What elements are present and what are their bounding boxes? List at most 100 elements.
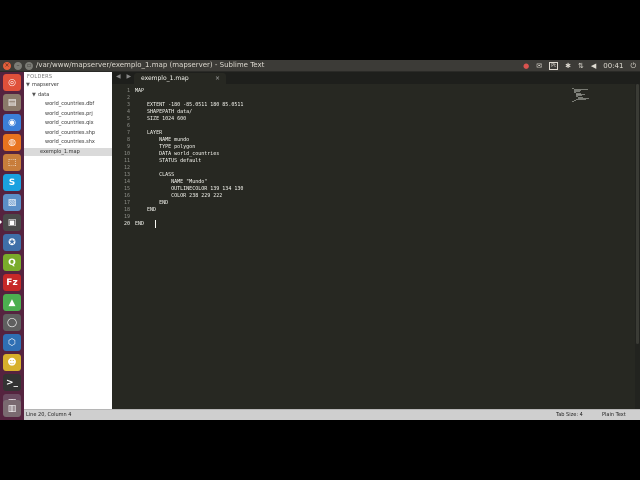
code-line[interactable]: END bbox=[135, 200, 168, 207]
minimap-line bbox=[576, 99, 578, 101]
folder-data[interactable]: ▼ data bbox=[32, 91, 49, 99]
code-line[interactable]: LAYER bbox=[135, 130, 162, 137]
unity-launcher: ◎▤◉◍⬚S▧▣✪QFz▲◯⬡☻>_▦▥ bbox=[0, 72, 24, 420]
alarm-icon[interactable]: ◯ bbox=[3, 314, 21, 331]
file-world-countries-shx[interactable]: world_countries.shx bbox=[45, 138, 95, 146]
line-number: 17 bbox=[123, 200, 130, 206]
code-line[interactable]: NAME mundo bbox=[135, 137, 189, 144]
sublime-text-icon[interactable]: ▣ bbox=[3, 214, 21, 231]
code-line[interactable]: TYPE polygon bbox=[135, 144, 195, 151]
system-tray: ● ✉ Pt ✱ ⇅ ◀ 00:41 ⏻ bbox=[523, 61, 636, 71]
line-number: 1 bbox=[126, 88, 130, 94]
tab-exemplo-1-map[interactable]: exemplo_1.map × bbox=[134, 73, 226, 84]
pgadmin-icon[interactable]: ✪ bbox=[3, 234, 21, 251]
minimap-line bbox=[574, 99, 576, 101]
tomboy-icon[interactable]: ☻ bbox=[3, 354, 21, 371]
tab-label: exemplo_1.map bbox=[141, 75, 189, 82]
editor-pane[interactable]: ◀ ▶ exemplo_1.map × 1 2 3 4 5 6 7 8 9 10 11 12 13 14 1… bbox=[112, 72, 640, 409]
network-icon[interactable]: ⇅ bbox=[578, 61, 584, 71]
tab-navigation-arrows[interactable]: ◀ ▶ bbox=[116, 73, 133, 80]
line-number: 5 bbox=[126, 116, 130, 122]
code-line[interactable]: SHAPEPATH data/ bbox=[135, 109, 192, 116]
line-number: 9 bbox=[126, 144, 130, 150]
file-world-countries-shp[interactable]: world_countries.shp bbox=[45, 129, 95, 137]
line-number: 6 bbox=[126, 123, 130, 129]
close-window-button[interactable]: × bbox=[3, 62, 11, 70]
line-number: 7 bbox=[126, 130, 130, 136]
line-number: 13 bbox=[123, 172, 130, 178]
cursor-position: Line 20, Column 4 bbox=[26, 412, 72, 418]
tab-bar: ◀ ▶ exemplo_1.map × bbox=[112, 72, 640, 84]
file-exemplo-1-map[interactable]: exemplo_1.map bbox=[24, 147, 112, 156]
filezilla-icon[interactable]: Fz bbox=[3, 274, 21, 291]
chromium-icon[interactable]: ◉ bbox=[3, 114, 21, 131]
tree-item-label: world_countries.shp bbox=[45, 129, 96, 136]
mail-icon[interactable]: ✉ bbox=[536, 61, 542, 71]
tree-item-label: world_countries.shx bbox=[45, 139, 95, 145]
window-controls: × – ▫ bbox=[3, 62, 33, 70]
top-panel: × – ▫ /var/www/mapserver/exemplo_1.map (… bbox=[0, 60, 640, 72]
text-cursor bbox=[154, 220, 157, 228]
firefox-icon[interactable]: ◍ bbox=[3, 134, 21, 151]
dash-home-icon[interactable]: ◎ bbox=[3, 74, 21, 91]
maximize-window-button[interactable]: ▫ bbox=[25, 62, 33, 70]
window-title: /var/www/mapserver/exemplo_1.map (mapser… bbox=[36, 61, 265, 69]
folder-mapserver[interactable]: ▼ mapserver bbox=[26, 81, 59, 89]
tab-size-selector[interactable]: Tab Size: 4 bbox=[556, 410, 583, 420]
line-number: 8 bbox=[126, 137, 130, 143]
line-number: 12 bbox=[123, 165, 130, 171]
minimize-window-button[interactable]: – bbox=[14, 62, 22, 70]
line-number: 16 bbox=[123, 193, 130, 199]
skype-icon[interactable]: S bbox=[3, 174, 21, 191]
code-line[interactable]: END bbox=[135, 221, 144, 228]
syntax-selector[interactable]: Plain Text bbox=[602, 410, 626, 420]
line-number: 20 bbox=[123, 221, 130, 227]
file-world-countries-dbf[interactable]: world_countries.dbf bbox=[45, 100, 94, 108]
keyboard-layout-indicator[interactable]: Pt bbox=[549, 62, 559, 70]
code-line[interactable]: DATA world_countries bbox=[135, 151, 219, 158]
folders-header: FOLDERS bbox=[27, 74, 53, 80]
file-world-countries-prj[interactable]: world_countries.prj bbox=[45, 110, 93, 118]
virtualbox-icon[interactable]: ⬡ bbox=[3, 334, 21, 351]
power-icon[interactable]: ⏻ bbox=[630, 61, 636, 71]
editor-scrollbar[interactable] bbox=[635, 84, 640, 409]
tree-item-label: world_countries.prj bbox=[45, 110, 93, 117]
android-studio-icon[interactable]: ▲ bbox=[3, 294, 21, 311]
tree-item-label: exemplo_1.map bbox=[40, 148, 80, 155]
code-line[interactable]: CLASS bbox=[135, 172, 174, 179]
code-line[interactable]: MAP bbox=[135, 88, 144, 95]
bluetooth-icon[interactable]: ✱ bbox=[565, 61, 571, 71]
line-number: 18 bbox=[123, 207, 130, 213]
record-icon[interactable]: ● bbox=[523, 61, 529, 71]
qgis-icon[interactable]: Q bbox=[3, 254, 21, 271]
tab-close-icon[interactable]: × bbox=[215, 73, 220, 84]
scrollbar-thumb[interactable] bbox=[636, 84, 639, 344]
code-line[interactable]: STATUS default bbox=[135, 158, 201, 165]
line-number: 14 bbox=[123, 179, 130, 185]
trash-icon[interactable]: ▥ bbox=[3, 400, 21, 417]
clock[interactable]: 00:41 bbox=[603, 62, 623, 70]
software-center-icon[interactable]: ⬚ bbox=[3, 154, 21, 171]
file-world-countries-qix[interactable]: world_countries.qix bbox=[45, 119, 94, 127]
line-number: 11 bbox=[123, 158, 130, 164]
code-line[interactable]: EXTENT -180 -85.0511 180 85.0511 bbox=[135, 102, 243, 109]
volume-icon[interactable]: ◀ bbox=[591, 61, 596, 71]
code-line[interactable]: OUTLINECOLOR 139 134 130 bbox=[135, 186, 243, 193]
running-indicator bbox=[0, 220, 2, 224]
tree-item-label: data bbox=[38, 91, 50, 98]
minimap[interactable] bbox=[572, 88, 594, 103]
image-viewer-icon[interactable]: ▧ bbox=[3, 194, 21, 211]
line-number: 2 bbox=[126, 95, 130, 101]
tree-item-label: mapserver bbox=[32, 82, 59, 88]
minimap-line bbox=[572, 101, 574, 103]
code-line[interactable]: NAME "Mundo" bbox=[135, 179, 207, 186]
line-number: 19 bbox=[123, 214, 130, 220]
terminal-icon[interactable]: >_ bbox=[3, 374, 21, 391]
code-line[interactable]: COLOR 238 229 222 bbox=[135, 193, 222, 200]
line-number: 10 bbox=[123, 151, 130, 157]
code-line[interactable]: END bbox=[135, 207, 156, 214]
code-line[interactable]: SIZE 1024 600 bbox=[135, 116, 186, 123]
files-icon[interactable]: ▤ bbox=[3, 94, 21, 111]
tree-item-label: world_countries.qix bbox=[45, 120, 94, 126]
tree-item-label: world_countries.dbf bbox=[45, 101, 95, 107]
